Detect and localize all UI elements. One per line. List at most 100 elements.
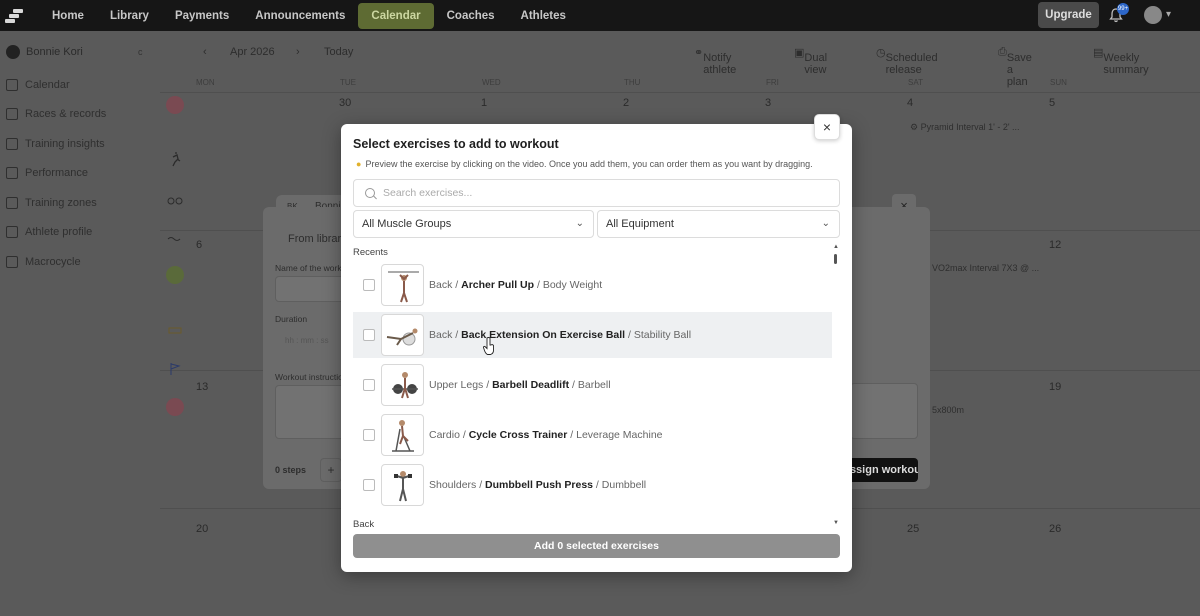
day-number: 2 [623, 97, 630, 109]
scheduled-release-button[interactable]: ◷ Scheduled release [876, 46, 938, 76]
add-step-button[interactable]: + [320, 458, 342, 482]
athlete-selector[interactable]: Bonnie Kori c [6, 45, 143, 59]
chip-label: Pyramid Interval 1' - 2' ... [920, 122, 1020, 132]
nav-home[interactable]: Home [39, 3, 97, 29]
scroll-thumb[interactable] [834, 254, 837, 264]
weekly-summary-button[interactable]: ▤ Weekly summary [1093, 46, 1149, 76]
exercise-label: Cardio / Cycle Cross Trainer / Leverage … [429, 429, 663, 441]
section-recents: Recents [353, 247, 388, 258]
nav-library[interactable]: Library [97, 3, 162, 29]
sidebar-item-insights[interactable]: Training insights [6, 138, 105, 150]
dual-view-label: Dual view [804, 52, 828, 76]
exercise-video-thumbnail[interactable] [381, 314, 424, 356]
equipment-select[interactable]: All Equipment ⌄ [597, 210, 840, 238]
calendar-activity-icon[interactable] [166, 96, 184, 114]
month-label: Apr 2026 [230, 46, 275, 58]
sidebar-item-performance[interactable]: Performance [6, 167, 88, 179]
day-number: 30 [339, 97, 352, 109]
exercise-checkbox[interactable] [363, 479, 375, 491]
profile-icon [6, 226, 18, 238]
run-icon[interactable] [166, 150, 184, 168]
calendar-workout-chip[interactable]: VO2max Interval 7X3 @ ... [932, 263, 1039, 273]
select-exercises-modal: Select exercises to add to workout ● Pre… [341, 124, 852, 572]
nav-payments[interactable]: Payments [162, 3, 242, 29]
zones-icon [6, 197, 18, 209]
day-number: 25 [907, 523, 920, 535]
exercise-row[interactable]: Upper Legs / Barbell Deadlift / Barbell [353, 362, 832, 408]
instructions-field[interactable] [275, 385, 345, 439]
close-icon[interactable]: × [814, 114, 840, 140]
scroll-down-icon[interactable]: ▼ [833, 520, 839, 526]
exercise-checkbox[interactable] [363, 279, 375, 291]
nav-calendar[interactable]: Calendar [358, 2, 434, 29]
sidebar: Bonnie Kori c Calendar Races & records T… [0, 31, 160, 616]
calendar-workout-chip[interactable]: ⚙ Pyramid Interval 1' - 2' ... [910, 122, 1020, 133]
exercise-row[interactable]: Cardio / Cycle Cross Trainer / Leverage … [353, 412, 832, 458]
prev-month-icon[interactable]: ‹ [203, 46, 207, 58]
chip-label: VO2max Interval 7X3 @ ... [932, 263, 1040, 273]
bike-icon[interactable] [166, 190, 184, 208]
scroll-up-icon[interactable]: ▲ [833, 244, 839, 250]
note-icon[interactable] [166, 398, 184, 416]
workout-name-field[interactable] [275, 276, 345, 302]
save-plan-label: Save a plan [1006, 52, 1032, 88]
add-selected-exercises-button[interactable]: Add 0 selected exercises [353, 534, 840, 558]
instructions-field-right[interactable] [850, 383, 918, 439]
race-flag-icon[interactable] [166, 360, 184, 378]
notification-bell-icon[interactable]: 99+ [1109, 3, 1129, 24]
exercise-checkbox[interactable] [363, 379, 375, 391]
list-scrollbar[interactable]: ▲ [833, 244, 839, 266]
sidebar-item-zones[interactable]: Training zones [6, 197, 97, 209]
assign-workout-button[interactable]: Assign workout [842, 458, 918, 482]
exercise-checkbox[interactable] [363, 429, 375, 441]
calendar-divider [160, 92, 1200, 93]
user-avatar[interactable] [1144, 6, 1162, 24]
muscle-group-select[interactable]: All Muscle Groups ⌄ [353, 210, 594, 238]
exercise-row[interactable]: Back / Back Extension On Exercise Ball /… [353, 312, 832, 358]
user-menu-chevron-icon[interactable]: ▾ [1166, 9, 1171, 20]
day-name: FRI [766, 78, 779, 87]
save-plan-button[interactable]: ⎙ Save a plan [998, 46, 1032, 88]
from-library-tab[interactable]: From library [288, 233, 347, 245]
exercise-video-thumbnail[interactable] [381, 364, 424, 406]
swim-icon[interactable] [166, 228, 184, 246]
exercise-checkbox[interactable] [363, 329, 375, 341]
insights-icon [6, 138, 18, 150]
nav-coaches[interactable]: Coaches [434, 3, 508, 29]
day-number: 4 [907, 97, 914, 109]
weekly-summary-label: Weekly summary [1103, 52, 1149, 76]
duration-field[interactable]: hh : mm : ss [285, 336, 329, 345]
exercise-label: Upper Legs / Barbell Deadlift / Barbell [429, 379, 611, 391]
nav-athletes[interactable]: Athletes [508, 3, 579, 29]
day-number: 20 [196, 523, 209, 535]
athlete-name: Bonnie Kori [26, 46, 83, 58]
app-logo-icon[interactable] [5, 8, 25, 23]
exercise-video-thumbnail[interactable] [381, 464, 424, 506]
notify-athlete-button[interactable]: ⚭ Notify athlete [694, 46, 736, 76]
sidebar-item-races[interactable]: Races & records [6, 108, 106, 120]
chip-label: 5x800m [932, 405, 965, 415]
upgrade-button[interactable]: Upgrade [1038, 2, 1099, 28]
sidebar-item-macrocycle[interactable]: Macrocycle [6, 256, 81, 268]
exercise-row[interactable]: Shoulders / Dumbbell Push Press / Dumbbe… [353, 462, 832, 508]
search-input[interactable] [383, 187, 813, 199]
exercise-row[interactable]: Back / Archer Pull Up / Body Weight [353, 262, 832, 308]
rest-icon[interactable] [166, 321, 184, 339]
exercise-search[interactable] [353, 179, 840, 207]
day-name: MON [196, 78, 215, 87]
calendar-workout-chip[interactable]: 5x800m [932, 405, 964, 415]
duration-label: Duration [275, 314, 308, 324]
sidebar-item-label: Races & records [25, 108, 107, 120]
chevron-down-icon: ⌄ [821, 218, 830, 229]
sidebar-item-calendar[interactable]: Calendar [6, 79, 70, 91]
dual-view-button[interactable]: ▣ Dual view [794, 46, 827, 76]
exercise-video-thumbnail[interactable] [381, 264, 424, 306]
exercise-video-thumbnail[interactable] [381, 414, 424, 456]
today-button[interactable]: Today [324, 46, 353, 58]
sidebar-item-profile[interactable]: Athlete profile [6, 226, 92, 238]
strength-icon[interactable] [166, 266, 184, 284]
day-number: 12 [1049, 239, 1062, 251]
next-month-icon[interactable]: › [296, 46, 300, 58]
nav-announcements[interactable]: Announcements [242, 3, 358, 29]
day-number: 26 [1049, 523, 1062, 535]
